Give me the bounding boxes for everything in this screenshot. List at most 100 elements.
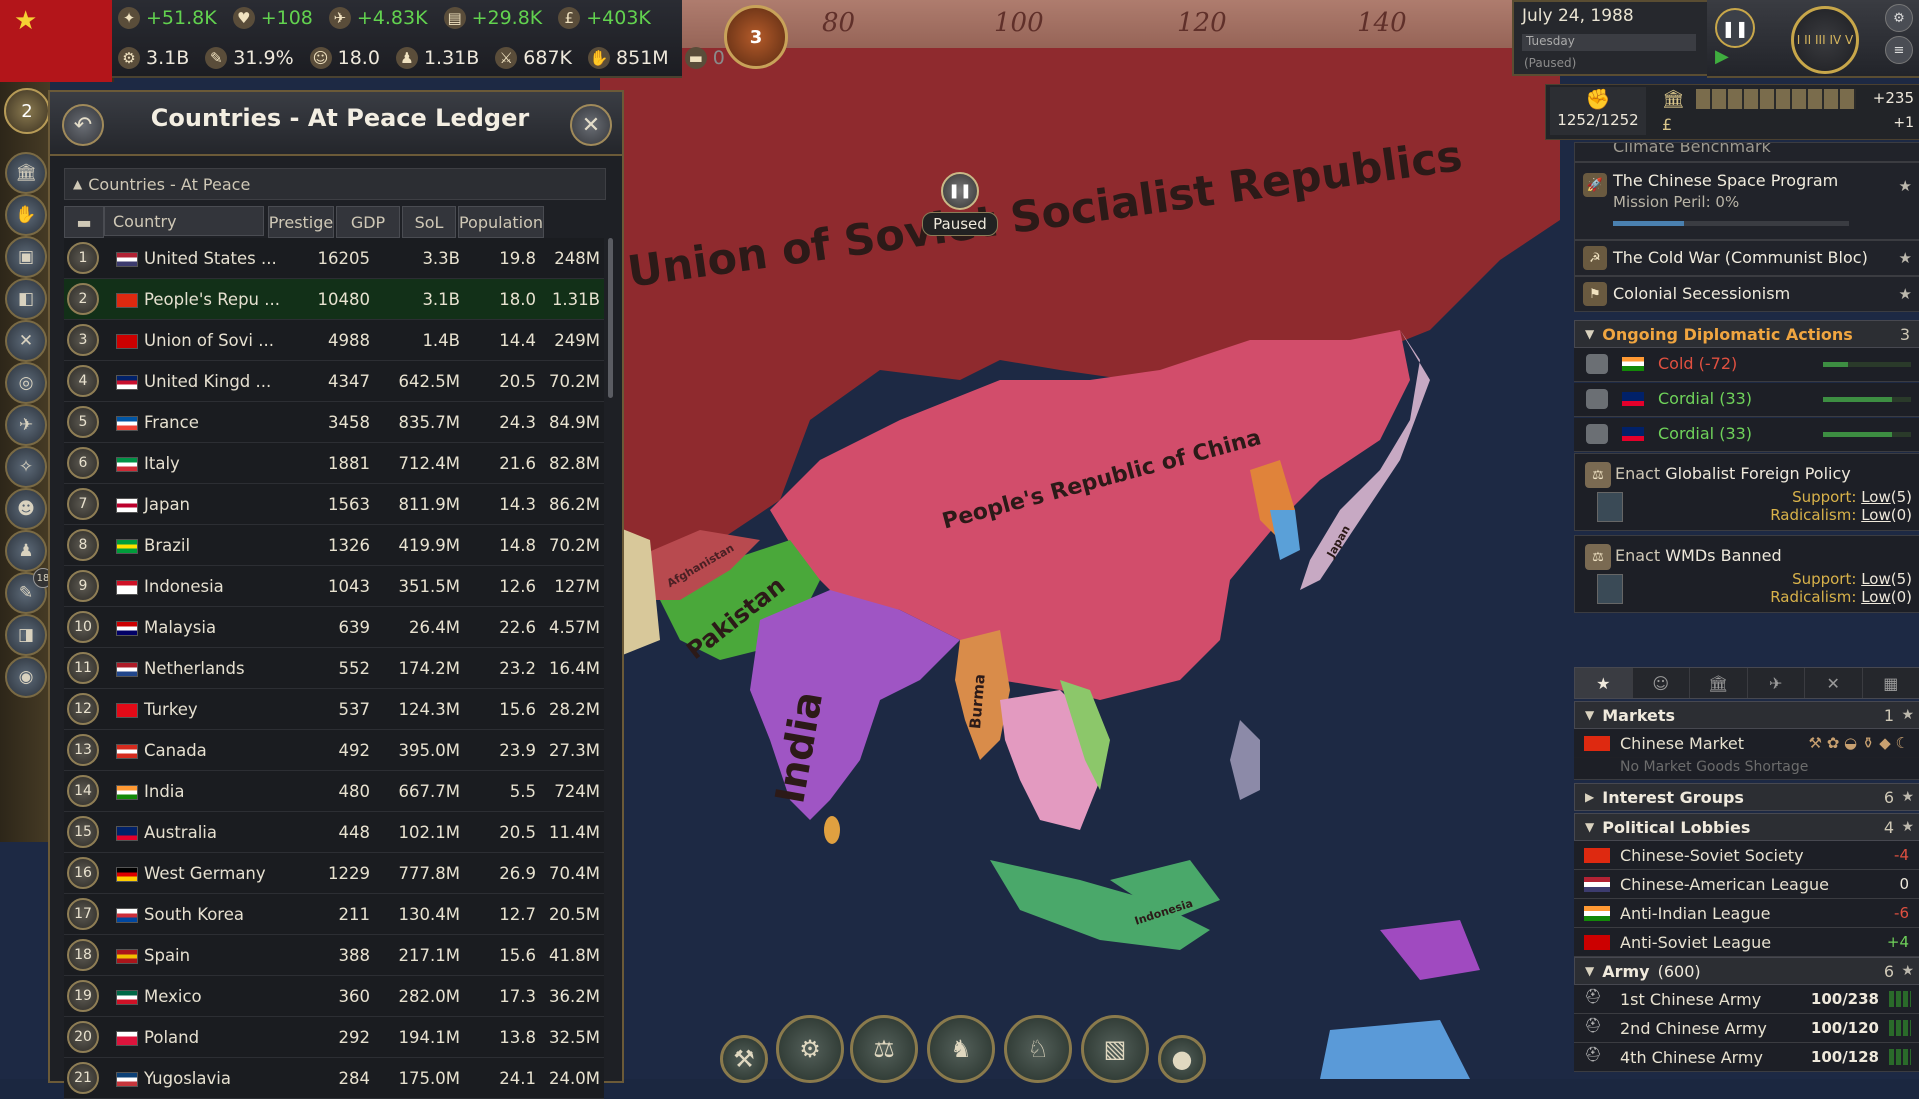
- support-level[interactable]: Low: [1861, 488, 1891, 506]
- army-item[interactable]: ⛑4th Chinese Army100/128: [1574, 1043, 1919, 1072]
- pin-star-icon[interactable]: ★: [1901, 819, 1914, 835]
- paused-marker[interactable]: ❚❚ Paused: [922, 172, 998, 236]
- map-modes-button[interactable]: ▧: [1081, 1015, 1149, 1083]
- country-name[interactable]: Mexico: [144, 987, 202, 1006]
- production-methods-button[interactable]: ⚙: [776, 1015, 844, 1083]
- lobby-item[interactable]: Anti-Soviet League+4: [1574, 928, 1919, 957]
- outliner-tab-2[interactable]: 🏛: [1690, 668, 1748, 698]
- col-sol-header[interactable]: SoL: [402, 206, 456, 238]
- technology-button[interactable]: ✧: [5, 446, 47, 488]
- table-row[interactable]: 13Canada492395.0M23.927.3M: [64, 730, 604, 771]
- radicalism-level[interactable]: Low: [1861, 506, 1891, 524]
- table-row[interactable]: 11Netherlands552174.2M23.216.4M: [64, 648, 604, 689]
- table-row[interactable]: 19Mexico360282.0M17.336.2M: [64, 976, 604, 1017]
- journal-entry-cold-war[interactable]: ☭ The Cold War (Communist Bloc) ★: [1574, 240, 1919, 276]
- country-name[interactable]: Indonesia: [144, 577, 224, 596]
- country-name[interactable]: West Germany: [144, 864, 266, 883]
- table-row[interactable]: 5France3458835.7M24.384.9M: [64, 402, 604, 443]
- law-enactment-item[interactable]: ⚖Enact WMDs BannedSupport: Low(5)Radical…: [1574, 535, 1919, 613]
- country-name[interactable]: People's Repu ...: [144, 290, 280, 309]
- army-item[interactable]: ⛑2nd Chinese Army100/120: [1574, 1014, 1919, 1043]
- resource-money[interactable]: £+403K: [552, 7, 661, 29]
- table-row[interactable]: 3Union of Sovi ...49881.4B14.4249M: [64, 320, 604, 361]
- table-row[interactable]: 18Spain388217.1M15.641.8M: [64, 935, 604, 976]
- table-row[interactable]: 16West Germany1229777.8M26.970.4M: [64, 853, 604, 894]
- country-name[interactable]: United Kingd ...: [144, 372, 271, 391]
- table-row[interactable]: 6Italy1881712.4M21.682.8M: [64, 443, 604, 484]
- build-button[interactable]: ⚒: [720, 1035, 768, 1083]
- ledger-section-header[interactable]: ▲ Countries - At Peace: [64, 168, 606, 200]
- table-row[interactable]: 15Australia448102.1M20.511.4M: [64, 812, 604, 853]
- country-name[interactable]: Japan: [144, 495, 190, 514]
- table-row[interactable]: 17South Korea211130.4M12.720.5M: [64, 894, 604, 935]
- resource-influence[interactable]: ✈+4.83K: [323, 7, 438, 29]
- army-header[interactable]: ▼ Army (600) 6 ★: [1574, 957, 1919, 985]
- market-item[interactable]: Chinese Market ⚒ ✿ ◒ ⚱ ◆ ☾: [1574, 729, 1919, 758]
- col-flag-header[interactable]: ▬: [64, 206, 104, 238]
- country-name[interactable]: Poland: [144, 1028, 199, 1047]
- radicalism-level[interactable]: Low: [1861, 588, 1891, 606]
- pin-star-icon[interactable]: ★: [1899, 177, 1912, 195]
- country-name[interactable]: Turkey: [144, 700, 198, 719]
- outliner-tab-5[interactable]: ▦: [1863, 668, 1919, 698]
- table-row[interactable]: 14India480667.7M5.5724M: [64, 771, 604, 812]
- diplomatic-action-item[interactable]: Cold (-72): [1574, 348, 1919, 382]
- outliner-tab-1[interactable]: ☺: [1633, 668, 1691, 698]
- play-icon[interactable]: ▶: [1715, 46, 1741, 68]
- pin-star-icon[interactable]: ★: [1901, 963, 1914, 979]
- col-gdp-header[interactable]: GDP: [336, 206, 400, 238]
- settings-button[interactable]: ⚙: [1885, 4, 1913, 32]
- diplomacy-button[interactable]: ♞: [927, 1015, 995, 1083]
- table-row[interactable]: 20Poland292194.1M13.832.5M: [64, 1017, 604, 1058]
- authority-panel[interactable]: ✊ 1252/1252: [1550, 87, 1646, 135]
- support-level[interactable]: Low: [1861, 570, 1891, 588]
- army-item[interactable]: ⛑1st Chinese Army100/238: [1574, 985, 1919, 1014]
- extra-button[interactable]: ●: [1158, 1035, 1206, 1083]
- resource-heart[interactable]: ♥+108: [227, 7, 323, 29]
- country-flag[interactable]: ★: [0, 0, 114, 82]
- country-name[interactable]: Union of Sovi ...: [144, 331, 274, 350]
- table-row[interactable]: 12Turkey537124.3M15.628.2M: [64, 689, 604, 730]
- pin-star-icon[interactable]: ★: [1899, 249, 1912, 267]
- table-row[interactable]: 8Brazil1326419.9M14.870.2M: [64, 525, 604, 566]
- resource-infamy[interactable]: ▬0: [679, 47, 735, 69]
- markets-header[interactable]: ▼ Markets 1 ★: [1574, 701, 1919, 729]
- journal-entry-climate[interactable]: Climate Benchmark: [1574, 142, 1919, 162]
- col-country-header[interactable]: Country: [104, 206, 264, 236]
- politics-button[interactable]: ☻: [5, 488, 47, 530]
- ledger-scrollbar[interactable]: [608, 238, 613, 398]
- resource-legitimacy[interactable]: ✦+51.8K: [112, 7, 227, 29]
- col-population-header[interactable]: Population: [458, 206, 544, 238]
- country-name[interactable]: Canada: [144, 741, 207, 760]
- journal-entry-space-program[interactable]: 🚀 The Chinese Space Program Mission Peri…: [1574, 162, 1919, 240]
- country-name[interactable]: India: [144, 782, 185, 801]
- table-row[interactable]: 7Japan1563811.9M14.386.2M: [64, 484, 604, 525]
- resource-workforce[interactable]: ✋851M: [582, 47, 679, 69]
- buildings-button[interactable]: ▣: [5, 236, 47, 278]
- country-name[interactable]: France: [144, 413, 199, 432]
- diplomatic-action-item[interactable]: Cordial (33): [1574, 383, 1919, 417]
- pin-star-icon[interactable]: ★: [1901, 789, 1914, 805]
- pin-star-icon[interactable]: ★: [1899, 285, 1912, 303]
- pin-star-icon[interactable]: ★: [1901, 707, 1914, 723]
- diplomatic-actions-header[interactable]: ▼ Ongoing Diplomatic Actions 3: [1574, 320, 1919, 348]
- outliner-tab-3[interactable]: ✈: [1748, 668, 1806, 698]
- country-name[interactable]: Yugoslavia: [144, 1069, 231, 1088]
- country-name[interactable]: Italy: [144, 454, 180, 473]
- country-name[interactable]: South Korea: [144, 905, 244, 924]
- diplomatic-action-item[interactable]: Cordial (33): [1574, 418, 1919, 452]
- speed-dial[interactable]: I II III IV V: [1791, 6, 1859, 74]
- government-button[interactable]: 🏛: [5, 152, 47, 194]
- production-button[interactable]: ◧: [5, 278, 47, 320]
- lobbies-header[interactable]: ▼ Political Lobbies 4 ★: [1574, 813, 1919, 841]
- law-enactment-item[interactable]: ⚖Enact Globalist Foreign PolicySupport: …: [1574, 453, 1919, 531]
- lobby-item[interactable]: Anti-Indian League-6: [1574, 899, 1919, 928]
- outliner-tab-0[interactable]: ★: [1575, 668, 1633, 698]
- resource-army[interactable]: ⚔687K: [489, 47, 582, 69]
- lobby-item[interactable]: Chinese-American League0: [1574, 870, 1919, 899]
- laws-button[interactable]: ⚖: [850, 1015, 918, 1083]
- table-row[interactable]: 4United Kingd ...4347642.5M20.570.2M: [64, 361, 604, 402]
- interest-groups-header[interactable]: ▶ Interest Groups 6 ★: [1574, 783, 1919, 811]
- table-row[interactable]: 10Malaysia63926.4M22.64.57M: [64, 607, 604, 648]
- ledger-button[interactable]: ◨: [5, 614, 47, 656]
